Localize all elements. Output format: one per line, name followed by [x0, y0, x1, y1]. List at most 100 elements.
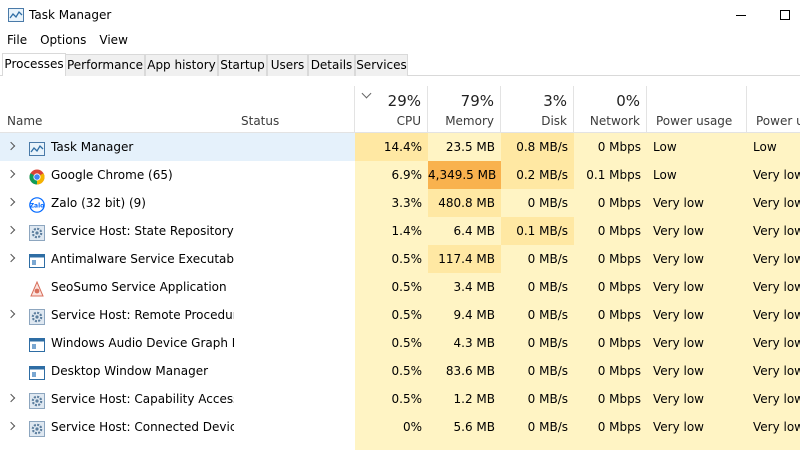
header-cpu-label: CPU	[396, 114, 421, 128]
header-memory[interactable]: 79% Memory	[428, 86, 501, 133]
process-row[interactable]: Zalo Zalo (32 bit) (9) 3.3% 480.8 MB 0 MB/s 0…	[0, 189, 800, 217]
process-status	[234, 245, 355, 273]
process-row[interactable]: Service Host: Connected Device... 0%5.6 M…	[0, 413, 800, 441]
process-name-cell: Zalo Zalo (32 bit) (9)	[0, 189, 234, 217]
process-memory: 4,349.5 MB	[428, 161, 501, 189]
process-row[interactable]: Google Chrome (65) 6.9% 4,349.5 MB 0.2 MB/s…	[0, 161, 800, 189]
gear-icon	[29, 307, 45, 325]
process-power: Low	[647, 133, 747, 161]
header-power[interactable]: Power usage	[647, 86, 747, 133]
process-status	[234, 357, 355, 385]
process-memory: 23.5 MB	[428, 133, 501, 161]
tab-app-history[interactable]: App history	[145, 54, 218, 76]
process-row[interactable]: Service Host: Capability Access ... 0.5%1…	[0, 385, 800, 413]
menu-bar: File Options View	[0, 30, 134, 52]
process-cpu: 0.5%	[355, 245, 428, 273]
minimize-button[interactable]	[718, 0, 764, 30]
process-network: 0.1 Mbps	[574, 161, 647, 189]
process-power-trend: Very low	[747, 357, 800, 385]
task-manager-icon	[8, 8, 24, 22]
process-row[interactable]: Antimalware Service Executable 0.5% 117.4 …	[0, 245, 800, 273]
title-bar: Task Manager	[0, 0, 800, 30]
header-memory-total: 79%	[460, 92, 494, 110]
process-memory: 4.3 MB	[428, 329, 501, 357]
process-power-trend: Very low	[747, 329, 800, 357]
header-network-total: 0%	[616, 92, 640, 110]
process-network: 0 Mbps	[574, 273, 647, 301]
process-network: 0 Mbps	[574, 413, 647, 441]
gear-icon	[29, 223, 45, 241]
header-status[interactable]: Status	[234, 86, 355, 133]
process-status	[234, 385, 355, 413]
process-power-trend: Very low	[747, 413, 800, 441]
process-power: Very low	[647, 217, 747, 245]
header-name[interactable]: Name	[0, 86, 234, 133]
process-power: Very low	[647, 385, 747, 413]
process-name-cell: Desktop Window Manager	[0, 357, 234, 385]
header-network[interactable]: 0% Network	[574, 86, 647, 133]
process-row[interactable]: Service Host: Remote Procedure... 0.5%9.4…	[0, 301, 800, 329]
process-name-cell: Service Host: Remote Procedure...	[0, 301, 234, 329]
process-name: Service Host: State Repository S...	[51, 224, 234, 238]
process-power-trend: Very low	[747, 161, 800, 189]
header-name-label: Name	[7, 114, 43, 128]
tab-startup[interactable]: Startup	[218, 54, 267, 76]
chevron-right-icon[interactable]	[6, 197, 16, 207]
chevron-right-icon[interactable]	[6, 225, 16, 235]
process-name-cell: Antimalware Service Executable	[0, 245, 234, 273]
chevron-right-icon[interactable]	[6, 393, 16, 403]
tab-details[interactable]: Details	[308, 54, 355, 76]
process-row[interactable]: Service Host: State Repository S... 1.4%6…	[0, 217, 800, 245]
maximize-icon	[780, 10, 790, 20]
process-row[interactable]: Windows Audio Device Graph Is... 0.5% 4.3 …	[0, 329, 800, 357]
process-memory: 3.4 MB	[428, 273, 501, 301]
process-cpu: 0.5%	[355, 301, 428, 329]
process-status	[234, 301, 355, 329]
process-row[interactable]: Task Manager 14.4% 23.5 MB 0.8 MB/s 0 Mbps Lo…	[0, 133, 800, 161]
chevron-right-icon[interactable]	[6, 309, 16, 319]
header-status-label: Status	[241, 114, 280, 128]
process-disk: 0 MB/s	[501, 273, 574, 301]
partial-row	[0, 441, 800, 450]
header-power-trend[interactable]: Power u	[747, 86, 800, 133]
process-name-cell: Windows Audio Device Graph Is...	[0, 329, 234, 357]
process-power: Very low	[647, 189, 747, 217]
process-power-trend: Very low	[747, 217, 800, 245]
header-disk[interactable]: 3% Disk	[501, 86, 574, 133]
menu-options[interactable]: Options	[33, 30, 92, 52]
tab-processes[interactable]: Processes	[2, 53, 66, 76]
chevron-right-icon[interactable]	[6, 421, 16, 431]
chevron-right-icon[interactable]	[6, 141, 16, 151]
minimize-icon	[736, 14, 746, 16]
menu-file[interactable]: File	[0, 30, 33, 52]
process-disk: 0.1 MB/s	[501, 217, 574, 245]
process-name: Google Chrome (65)	[51, 168, 173, 182]
process-name-cell: Google Chrome (65)	[0, 161, 234, 189]
process-name-cell: Service Host: State Repository S...	[0, 217, 234, 245]
chevron-right-icon[interactable]	[6, 253, 16, 263]
process-status	[234, 329, 355, 357]
process-memory: 5.6 MB	[428, 413, 501, 441]
tab-performance[interactable]: Performance	[65, 54, 145, 76]
process-cpu: 1.4%	[355, 217, 428, 245]
process-power-trend: Low	[747, 133, 800, 161]
process-name: Windows Audio Device Graph Is...	[51, 336, 234, 350]
process-power: Very low	[647, 357, 747, 385]
gear-icon	[29, 419, 45, 437]
process-row[interactable]: Desktop Window Manager 0.5% 83.6 MB 0 MB/s 0…	[0, 357, 800, 385]
process-disk: 0 MB/s	[501, 413, 574, 441]
header-cpu[interactable]: 29% CPU	[355, 86, 428, 133]
process-memory: 480.8 MB	[428, 189, 501, 217]
service-window-icon	[29, 335, 45, 352]
tab-users[interactable]: Users	[267, 54, 308, 76]
chevron-right-icon[interactable]	[6, 169, 16, 179]
header-cpu-total: 29%	[387, 92, 421, 110]
process-row[interactable]: SeoSumo Service Application 0.5% 3.4 MB 0 M…	[0, 273, 800, 301]
process-status	[234, 189, 355, 217]
process-name: SeoSumo Service Application	[51, 280, 227, 294]
service-window-icon	[29, 363, 45, 380]
maximize-button[interactable]	[762, 0, 800, 30]
tab-services[interactable]: Services	[355, 54, 408, 76]
window-title: Task Manager	[29, 8, 112, 22]
menu-view[interactable]: View	[92, 30, 133, 52]
